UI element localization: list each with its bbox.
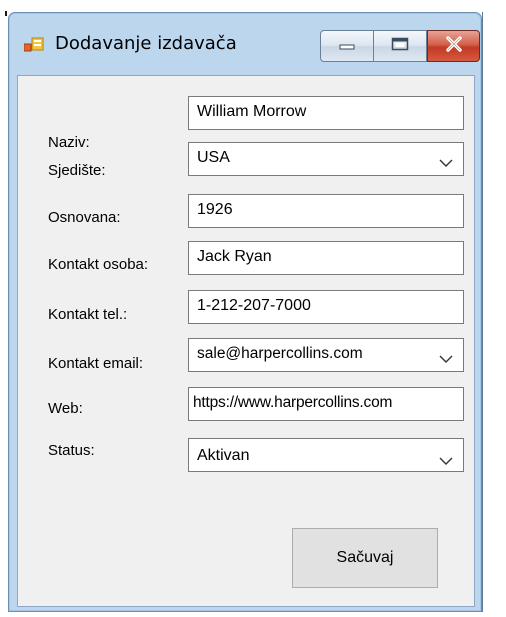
naziv-input[interactable]: William Morrow xyxy=(188,96,464,130)
osnovana-label: Osnovana: xyxy=(48,209,121,226)
kontakt-tel-label: Kontakt tel.: xyxy=(48,306,128,323)
save-button-label: Sačuvaj xyxy=(336,549,394,566)
sjediste-value: USA xyxy=(197,149,230,166)
chevron-down-icon xyxy=(439,351,453,363)
web-value: https://www.harpercollins.com xyxy=(193,394,393,411)
kontakt-email-value: sale@harpercollins.com xyxy=(197,345,363,362)
chevron-down-icon xyxy=(439,453,453,465)
status-label: Status: xyxy=(48,442,95,459)
kontakt-tel-value: 1-212-207-7000 xyxy=(197,297,311,314)
osnovana-value: 1926 xyxy=(197,201,233,218)
maximize-icon xyxy=(391,37,409,56)
maximize-button[interactable] xyxy=(373,30,427,62)
osnovana-input[interactable]: 1926 xyxy=(188,194,464,228)
close-icon xyxy=(445,35,463,57)
corner-mark xyxy=(5,11,7,16)
web-label: Web: xyxy=(48,400,83,417)
naziv-value: William Morrow xyxy=(197,103,307,120)
kontakt-email-label: Kontakt email: xyxy=(48,355,144,372)
dialog-window: Dodavanje izdavača Naziv: William Morrow… xyxy=(8,12,482,612)
kontakt-osoba-input[interactable]: Jack Ryan xyxy=(188,241,464,275)
naziv-label: Naziv: xyxy=(48,134,90,151)
minimize-icon xyxy=(339,37,355,55)
title-bar[interactable]: Dodavanje izdavača xyxy=(9,13,481,75)
close-button[interactable] xyxy=(427,30,480,62)
sjediste-select[interactable]: USA xyxy=(188,142,464,176)
form-area: Naziv: William Morrow Sjedište: USA Osno… xyxy=(17,75,475,607)
status-select[interactable]: Aktivan xyxy=(188,438,464,472)
form-icon xyxy=(23,37,44,54)
window-edge xyxy=(482,12,483,612)
kontakt-tel-input[interactable]: 1-212-207-7000 xyxy=(188,290,464,324)
status-value: Aktivan xyxy=(197,447,250,464)
window-title: Dodavanje izdavača xyxy=(55,33,237,54)
save-button[interactable]: Sačuvaj xyxy=(292,528,438,588)
minimize-button[interactable] xyxy=(320,30,374,62)
sjediste-label: Sjedište: xyxy=(48,162,106,179)
chevron-down-icon xyxy=(439,155,453,167)
web-input[interactable]: https://www.harpercollins.com xyxy=(188,387,464,421)
kontakt-osoba-label: Kontakt osoba: xyxy=(48,256,149,273)
kontakt-osoba-value: Jack Ryan xyxy=(197,248,272,265)
kontakt-email-select[interactable]: sale@harpercollins.com xyxy=(188,338,464,372)
